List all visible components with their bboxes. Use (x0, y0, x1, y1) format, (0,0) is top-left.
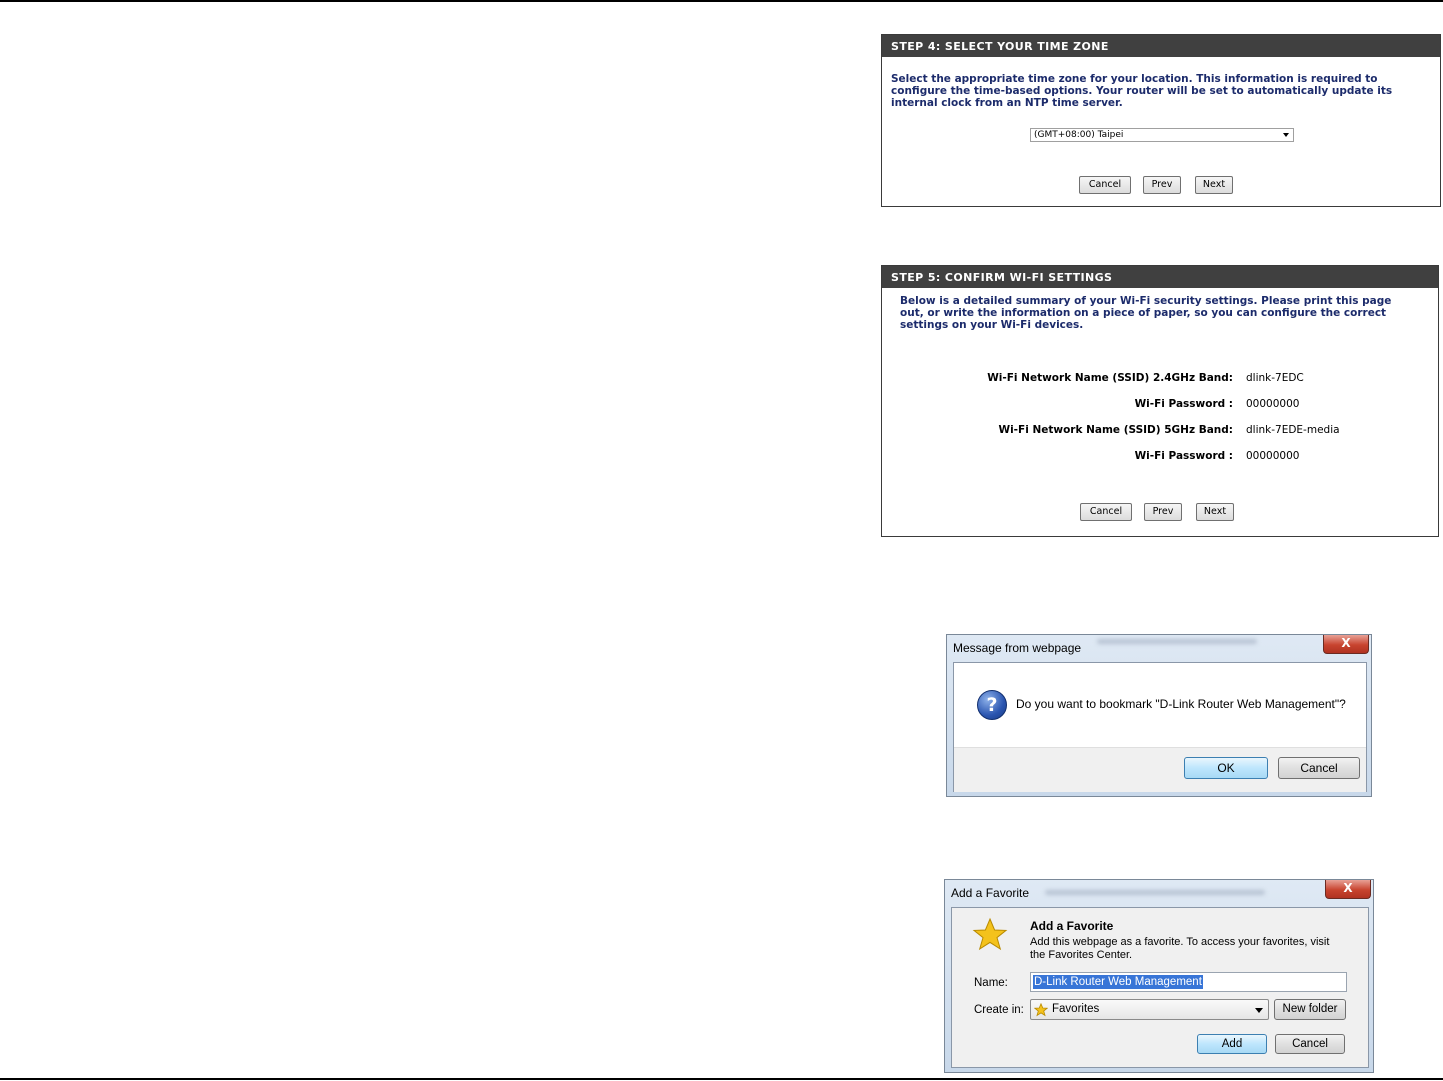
step5-cancel-button[interactable]: Cancel (1080, 503, 1132, 521)
create-in-select[interactable]: Favorites (1030, 999, 1269, 1020)
step5-description: Below is a detailed summary of your Wi-F… (900, 295, 1392, 331)
password-5-value: 00000000 (1246, 450, 1300, 462)
favorite-dialog: Add a Favorite X Add a Favorite Add this… (944, 879, 1374, 1073)
step5-prev-button[interactable]: Prev (1144, 503, 1182, 521)
star-icon (972, 917, 1008, 951)
ssid-5-value: dlink-7EDE-media (1246, 424, 1340, 436)
close-icon[interactable]: X (1323, 635, 1369, 654)
step5-next-button[interactable]: Next (1196, 503, 1234, 521)
favorite-dialog-title: Add a Favorite (951, 886, 1030, 900)
create-in-value: Favorites (1052, 1003, 1100, 1015)
ssid-5-label: Wi-Fi Network Name (SSID) 5GHz Band: (998, 424, 1233, 436)
message-dialog-title: Message from webpage (953, 641, 1082, 655)
timezone-select[interactable]: (GMT+08:00) Taipei (1030, 128, 1294, 142)
chevron-down-icon (1283, 133, 1289, 137)
timezone-value: (GMT+08:00) Taipei (1034, 130, 1124, 140)
chevron-down-icon (1255, 1008, 1263, 1013)
password-24-label: Wi-Fi Password : (1134, 398, 1233, 410)
create-in-label: Create in: (974, 1004, 1024, 1016)
message-dialog-text: Do you want to bookmark "D-Link Router W… (1016, 697, 1346, 711)
step4-title: STEP 4: SELECT YOUR TIME ZONE (882, 35, 1440, 57)
favorite-dialog-body: Add a Favorite Add this webpage as a fav… (951, 907, 1369, 1068)
step4-next-button[interactable]: Next (1195, 176, 1233, 194)
name-input-value: D-Link Router Web Management (1033, 975, 1203, 989)
step4-description: Select the appropriate time zone for you… (891, 73, 1393, 109)
blurred-background (1045, 890, 1265, 895)
favorite-description: Add this webpage as a favorite. To acces… (1030, 936, 1330, 961)
new-folder-button[interactable]: New folder (1274, 999, 1346, 1020)
ok-button[interactable]: OK (1184, 757, 1268, 779)
bottom-rule (0, 1078, 1443, 1080)
add-button[interactable]: Add (1197, 1034, 1267, 1054)
ssid-24-label: Wi-Fi Network Name (SSID) 2.4GHz Band: (987, 372, 1233, 384)
step4-panel: STEP 4: SELECT YOUR TIME ZONE Select the… (881, 34, 1441, 207)
password-24-value: 00000000 (1246, 398, 1300, 410)
step4-prev-button[interactable]: Prev (1143, 176, 1181, 194)
favorite-cancel-button[interactable]: Cancel (1275, 1034, 1345, 1054)
password-5-label: Wi-Fi Password : (1134, 450, 1233, 462)
ssid-24-value: dlink-7EDC (1246, 372, 1304, 384)
message-dialog: Message from webpage X ? Do you want to … (946, 634, 1372, 797)
name-label: Name: (974, 977, 1008, 989)
dialog-cancel-button[interactable]: Cancel (1278, 757, 1360, 779)
close-icon[interactable]: X (1325, 880, 1371, 899)
message-dialog-body: ? Do you want to bookmark "D-Link Router… (953, 662, 1367, 792)
star-icon (1034, 1003, 1048, 1017)
step4-cancel-button[interactable]: Cancel (1079, 176, 1131, 194)
blurred-background (1097, 639, 1257, 644)
name-input[interactable]: D-Link Router Web Management (1030, 972, 1347, 992)
step5-panel: STEP 5: CONFIRM WI-FI SETTINGS Below is … (881, 265, 1439, 537)
step5-title: STEP 5: CONFIRM WI-FI SETTINGS (882, 266, 1438, 288)
top-rule (0, 0, 1443, 2)
question-icon: ? (977, 690, 1007, 720)
favorite-heading: Add a Favorite (1030, 919, 1114, 933)
